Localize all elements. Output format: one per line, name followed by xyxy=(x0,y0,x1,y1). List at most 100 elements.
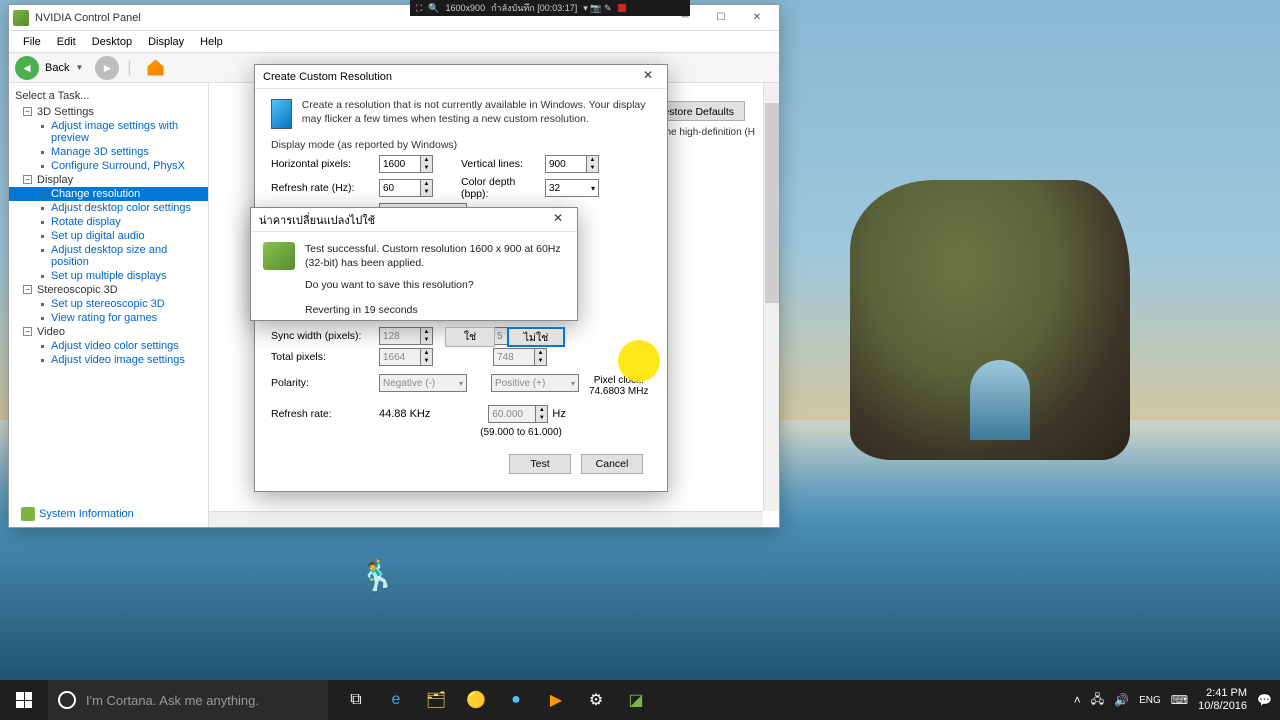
color-depth-label: Color depth (bpp): xyxy=(461,176,545,200)
tray-chevron-icon[interactable]: ˄ xyxy=(1074,693,1081,707)
confirm-title-text: น่าคารเปลี่ยนแปลงไปใช้ xyxy=(259,211,375,229)
system-information-link[interactable]: System Information xyxy=(21,507,134,521)
settings-icon[interactable]: ⚙ xyxy=(576,680,616,720)
link-video-color[interactable]: Adjust video color settings xyxy=(9,339,208,353)
menu-display[interactable]: Display xyxy=(140,34,192,50)
maximize-button[interactable]: ☐ xyxy=(703,7,739,29)
link-configure-surround[interactable]: Configure Surround, PhysX xyxy=(9,159,208,173)
link-rating-games[interactable]: View rating for games xyxy=(9,311,208,325)
confirm-close-button[interactable]: ✕ xyxy=(543,211,573,229)
yes-button[interactable]: ใช่ xyxy=(445,327,495,347)
link-video-image[interactable]: Adjust video image settings xyxy=(9,353,208,367)
back-button[interactable]: ◄ xyxy=(15,56,39,80)
start-button[interactable] xyxy=(0,680,48,720)
spinner-icon[interactable]: ▲▼ xyxy=(421,179,433,197)
link-change-resolution[interactable]: Change resolution xyxy=(9,187,208,201)
link-adjust-desktop-color[interactable]: Adjust desktop color settings xyxy=(9,201,208,215)
horizontal-scrollbar[interactable] xyxy=(209,511,763,527)
color-depth-select[interactable]: 32 xyxy=(545,179,599,197)
cortana-placeholder: I'm Cortana. Ask me anything. xyxy=(86,693,259,708)
horizontal-pixels-input[interactable] xyxy=(379,155,421,173)
media-player-icon[interactable]: ▶ xyxy=(536,680,576,720)
menu-help[interactable]: Help xyxy=(192,34,231,50)
cancel-button[interactable]: Cancel xyxy=(581,454,643,474)
polarity-v-select[interactable]: Positive (+) xyxy=(491,374,579,392)
horizontal-pixels-label: Horizontal pixels: xyxy=(271,158,379,170)
tree-display[interactable]: −Display xyxy=(9,173,208,187)
link-desktop-size[interactable]: Adjust desktop size and position xyxy=(9,243,208,269)
vertical-lines-input[interactable] xyxy=(545,155,587,173)
link-setup-stereo[interactable]: Set up stereoscopic 3D xyxy=(9,297,208,311)
no-button[interactable]: ไม่ใช่ xyxy=(507,327,565,347)
keyboard-icon[interactable]: ⌨ xyxy=(1171,693,1188,707)
language-indicator[interactable]: ENG xyxy=(1139,695,1161,706)
clock-date: 10/8/2016 xyxy=(1198,700,1247,713)
vertical-lines-label: Vertical lines: xyxy=(461,158,545,170)
expander-icon[interactable]: − xyxy=(23,327,32,336)
volume-icon[interactable]: 🔊 xyxy=(1114,693,1129,707)
recorder-status: กำลังบันทึก [00:03:17] xyxy=(491,1,577,15)
recorder-resolution: 1600x900 xyxy=(446,3,486,13)
tree-3d-settings[interactable]: −3D Settings xyxy=(9,105,208,119)
vertical-scrollbar[interactable] xyxy=(763,83,779,511)
tree-video[interactable]: −Video xyxy=(9,325,208,339)
cursor-highlight-icon xyxy=(618,340,660,382)
home-icon[interactable] xyxy=(146,58,166,78)
expander-icon[interactable]: − xyxy=(23,285,32,294)
confirm-dialog: น่าคารเปลี่ยนแปลงไปใช้ ✕ Test successful… xyxy=(250,207,578,321)
refresh-rate-khz-value: 44.88 KHz xyxy=(379,408,430,420)
record-indicator-icon xyxy=(618,4,626,12)
back-dropdown-icon[interactable]: ▼ xyxy=(75,63,83,72)
expander-icon[interactable]: − xyxy=(23,175,32,184)
task-view-button[interactable]: ⧉ xyxy=(336,680,376,720)
hz-range: (59.000 to 61.000) xyxy=(391,427,651,438)
nvidia-icon xyxy=(13,10,29,26)
monitor-icon xyxy=(271,99,292,129)
dialog-description: Create a resolution that is not currentl… xyxy=(302,99,651,129)
hz-unit: Hz xyxy=(552,408,565,420)
notifications-icon[interactable]: 💬 xyxy=(1257,693,1272,707)
link-digital-audio[interactable]: Set up digital audio xyxy=(9,229,208,243)
menubar: File Edit Desktop Display Help xyxy=(9,31,779,53)
dialog-title-text: Create Custom Resolution xyxy=(263,71,392,83)
refresh-rate-label: Refresh rate (Hz): xyxy=(271,182,379,194)
menu-desktop[interactable]: Desktop xyxy=(84,34,140,50)
expander-icon[interactable]: − xyxy=(23,107,32,116)
chrome-icon[interactable]: 🟡 xyxy=(456,680,496,720)
cortana-search[interactable]: I'm Cortana. Ask me anything. xyxy=(48,680,328,720)
clock-time: 2:41 PM xyxy=(1198,687,1247,700)
clock[interactable]: 2:41 PM 10/8/2016 xyxy=(1198,687,1247,713)
tree-stereoscopic[interactable]: −Stereoscopic 3D xyxy=(9,283,208,297)
window-title: NVIDIA Control Panel xyxy=(35,12,141,24)
back-label: Back xyxy=(45,62,69,74)
spinner-icon[interactable]: ▲▼ xyxy=(421,155,433,173)
polarity-label: Polarity: xyxy=(271,377,379,389)
nvidia-taskbar-icon[interactable]: ◪ xyxy=(616,680,656,720)
refresh-rate-khz-label: Refresh rate: xyxy=(271,408,379,420)
polarity-h-select[interactable]: Negative (-) xyxy=(379,374,467,392)
spinner-icon[interactable]: ▲▼ xyxy=(536,405,548,423)
link-adjust-image[interactable]: Adjust image settings with preview xyxy=(9,119,208,145)
dialog-close-button[interactable]: ✕ xyxy=(633,68,663,86)
app-icon[interactable]: ● xyxy=(496,680,536,720)
refresh-rate-hz-input[interactable] xyxy=(488,405,536,423)
pixel-clock-value: 74.6803 MHz xyxy=(589,386,648,397)
confirm-message-1: Test successful. Custom resolution 1600 … xyxy=(305,242,565,270)
refresh-rate-input[interactable] xyxy=(379,179,421,197)
display-mode-label: Display mode (as reported by Windows) xyxy=(271,139,651,151)
link-rotate-display[interactable]: Rotate display xyxy=(9,215,208,229)
menu-file[interactable]: File xyxy=(15,34,49,50)
link-manage-3d[interactable]: Manage 3D settings xyxy=(9,145,208,159)
link-multiple-displays[interactable]: Set up multiple displays xyxy=(9,269,208,283)
dialog-titlebar: Create Custom Resolution ✕ xyxy=(255,65,667,89)
taskbar: I'm Cortana. Ask me anything. ⧉ e 🗂 🟡 ● … xyxy=(0,680,1280,720)
test-button[interactable]: Test xyxy=(509,454,571,474)
file-explorer-icon[interactable]: 🗂 xyxy=(416,680,456,720)
spinner-icon[interactable]: ▲▼ xyxy=(587,155,599,173)
edge-icon[interactable]: e xyxy=(376,680,416,720)
forward-button[interactable]: ► xyxy=(95,56,119,80)
close-button[interactable]: ✕ xyxy=(739,7,775,29)
menu-edit[interactable]: Edit xyxy=(49,34,84,50)
network-icon[interactable]: 🖧 xyxy=(1091,690,1104,711)
info-icon xyxy=(21,507,35,521)
